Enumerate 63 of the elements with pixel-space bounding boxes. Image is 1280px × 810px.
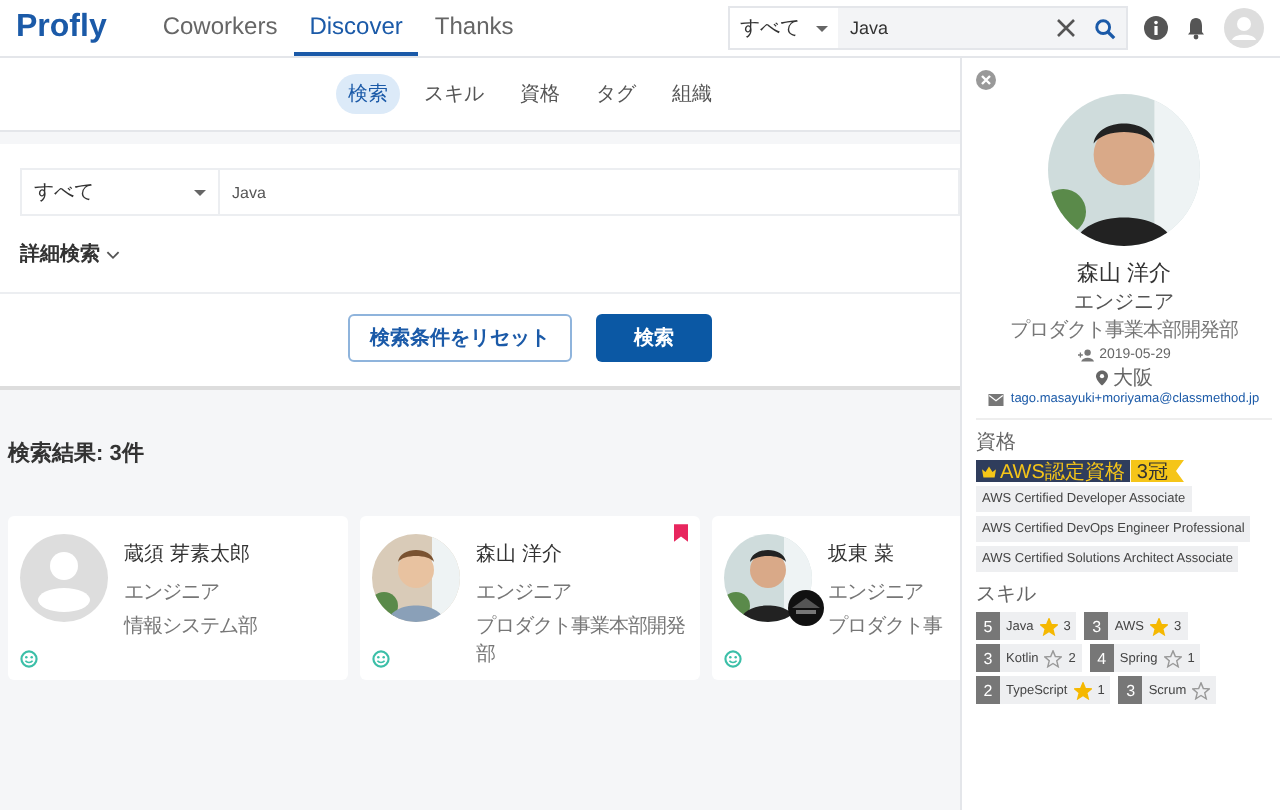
star-outline-icon[interactable] bbox=[1192, 681, 1211, 699]
bookmark-icon[interactable] bbox=[674, 524, 688, 542]
skill-rank: 2 bbox=[976, 676, 1000, 704]
department: プロダクト事業本部開発部 bbox=[476, 613, 687, 668]
sub-tab[interactable]: 検索 bbox=[336, 74, 400, 114]
sub-tab[interactable]: 組織 bbox=[660, 74, 724, 114]
reset-button[interactable]: 検索条件をリセット bbox=[348, 314, 572, 362]
logo[interactable]: Profly bbox=[16, 10, 107, 46]
mail-icon bbox=[988, 393, 1005, 405]
person-add-icon bbox=[1077, 348, 1094, 362]
skill-rank: 5 bbox=[976, 612, 1000, 640]
search-icon[interactable] bbox=[1094, 17, 1116, 39]
job-title: エンジニア bbox=[476, 580, 573, 606]
sub-tab[interactable]: 資格 bbox=[508, 74, 572, 114]
advanced-search-toggle[interactable]: 詳細検索 bbox=[20, 240, 100, 268]
skill-rank: 3 bbox=[1084, 612, 1109, 640]
star-filled-icon[interactable] bbox=[1149, 617, 1168, 635]
department: プロダクト事業本部開発部 bbox=[1010, 317, 1238, 344]
crown-icon bbox=[982, 465, 996, 477]
skill-rank: 4 bbox=[1089, 644, 1114, 672]
award-count: 3冠 bbox=[1130, 460, 1184, 482]
job-title: エンジニア bbox=[828, 580, 925, 606]
avatar-icon[interactable] bbox=[1224, 8, 1264, 48]
skill-rank: 3 bbox=[976, 644, 1000, 672]
nav-tab[interactable]: Thanks bbox=[418, 0, 530, 56]
job-title: エンジニア bbox=[1074, 290, 1174, 316]
skill-rank: 3 bbox=[1118, 676, 1143, 704]
nav-tab[interactable]: Coworkers bbox=[146, 0, 294, 56]
location-pin-icon bbox=[1095, 369, 1107, 385]
caret-icon bbox=[816, 25, 828, 31]
smiley-icon[interactable] bbox=[20, 650, 38, 668]
search-field[interactable]: Java bbox=[838, 18, 1046, 38]
chevron-icon[interactable] bbox=[106, 249, 120, 259]
info-icon[interactable] bbox=[1144, 16, 1168, 40]
results-title: 検索結果: 3件 bbox=[8, 439, 146, 468]
sub-tab[interactable]: タグ bbox=[584, 74, 648, 114]
person-name: 蔵須 芽素太郎 bbox=[124, 541, 252, 568]
department: 情報システム部 bbox=[124, 613, 257, 640]
clear-icon[interactable] bbox=[1056, 18, 1076, 38]
location: 大阪 bbox=[1113, 365, 1153, 391]
person-name: 坂東 菜 bbox=[828, 541, 896, 568]
star-outline-icon[interactable] bbox=[1163, 649, 1182, 667]
person-name: 森山 洋介 bbox=[476, 541, 564, 568]
person-card[interactable]: 坂東 菜 エンジニア プロダクト事 bbox=[712, 516, 960, 680]
bell-icon[interactable] bbox=[1184, 16, 1208, 40]
smiley-icon[interactable] bbox=[372, 650, 390, 668]
person-card[interactable]: 森山 洋介 エンジニア プロダクト事業本部開発部 bbox=[360, 516, 700, 680]
avatar-placeholder-icon bbox=[20, 534, 108, 622]
star-filled-icon[interactable] bbox=[1073, 681, 1092, 699]
person-card[interactable]: 蔵須 芽素太郎 エンジニア 情報システム部 bbox=[8, 516, 348, 680]
search-button[interactable]: 検索 bbox=[596, 314, 712, 362]
star-filled-icon[interactable] bbox=[1039, 617, 1058, 635]
job-title: エンジニア bbox=[124, 580, 221, 606]
award-name: AWS認定資格 bbox=[1000, 459, 1125, 485]
close-icon[interactable] bbox=[976, 70, 996, 90]
section-label: 資格 bbox=[976, 429, 1016, 456]
star-outline-icon[interactable] bbox=[1044, 649, 1063, 667]
sub-tab[interactable]: スキル bbox=[412, 74, 496, 114]
smiley-icon[interactable] bbox=[724, 650, 742, 668]
department: プロダクト事 bbox=[828, 613, 942, 640]
person-name: 森山 洋介 bbox=[1076, 260, 1172, 288]
scope-dropdown[interactable]: すべて bbox=[730, 8, 838, 48]
section-label: スキル bbox=[976, 582, 1036, 608]
